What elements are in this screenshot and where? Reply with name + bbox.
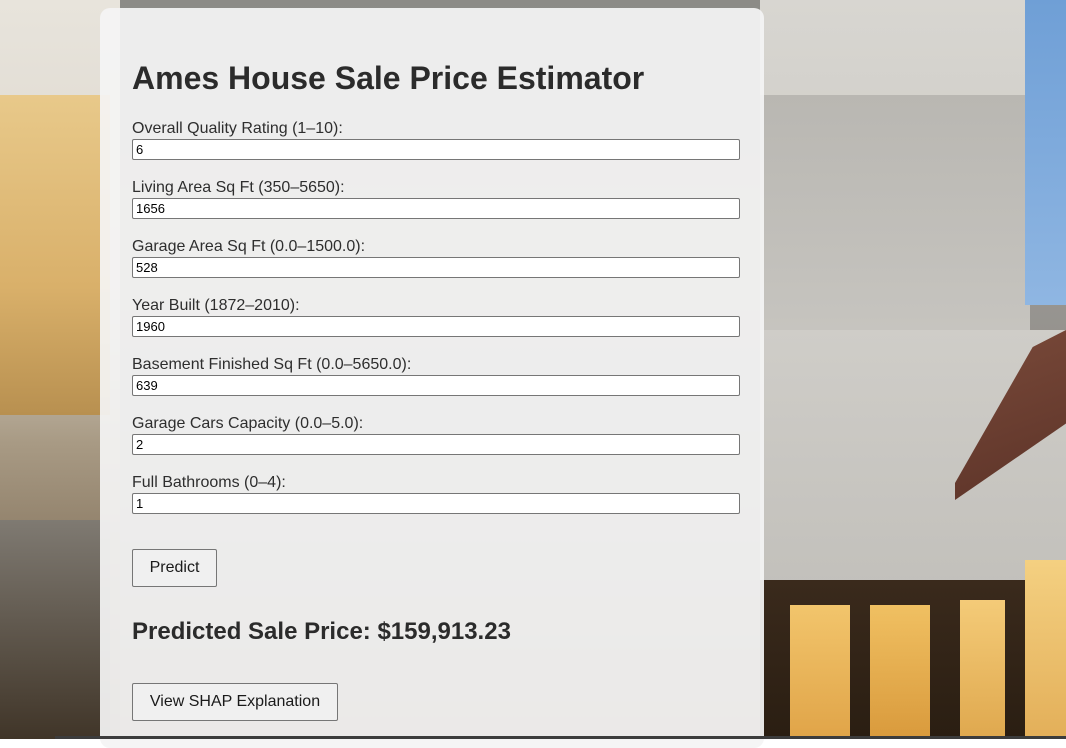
field-overall-quality: Overall Quality Rating (1–10): [132, 119, 740, 160]
overall-quality-label: Overall Quality Rating (1–10): [132, 120, 343, 137]
year-built-label: Year Built (1872–2010): [132, 297, 300, 314]
bg-window-left [0, 95, 110, 415]
predict-button[interactable]: Predict [132, 549, 217, 587]
garage-cars-input[interactable] [132, 434, 740, 455]
living-area-label: Living Area Sq Ft (350–5650): [132, 179, 345, 196]
garage-cars-label: Garage Cars Capacity (0.0–5.0): [132, 415, 364, 432]
field-garage-cars: Garage Cars Capacity (0.0–5.0): [132, 414, 740, 455]
basement-finished-label: Basement Finished Sq Ft (0.0–5650.0): [132, 356, 412, 373]
bg-bottom-left [0, 520, 110, 739]
predicted-price-text: Predicted Sale Price: $159,913.23 [132, 618, 511, 645]
overall-quality-input[interactable] [132, 139, 740, 160]
estimator-panel: Ames House Sale Price Estimator Overall … [100, 8, 764, 748]
bg-overhang-shade [760, 95, 1030, 330]
field-full-bathrooms: Full Bathrooms (0–4): [132, 473, 740, 514]
bg-window-glow [790, 605, 850, 739]
page-title: Ames House Sale Price Estimator [132, 60, 645, 96]
bg-window-glow [960, 600, 1005, 739]
full-bathrooms-input[interactable] [132, 493, 740, 514]
view-shap-explanation-button[interactable]: View SHAP Explanation [132, 683, 338, 721]
basement-finished-input[interactable] [132, 375, 740, 396]
garage-area-label: Garage Area Sq Ft (0.0–1500.0): [132, 238, 366, 255]
field-basement-finished: Basement Finished Sq Ft (0.0–5650.0): [132, 355, 740, 396]
bg-window-glow [870, 605, 930, 739]
bg-window-glow [1025, 560, 1066, 739]
field-year-built: Year Built (1872–2010): [132, 296, 740, 337]
garage-area-input[interactable] [132, 257, 740, 278]
living-area-input[interactable] [132, 198, 740, 219]
bg-lower-wall [760, 330, 1066, 590]
year-built-input[interactable] [132, 316, 740, 337]
full-bathrooms-label: Full Bathrooms (0–4): [132, 474, 286, 491]
bg-sky [1025, 0, 1066, 305]
field-living-area: Living Area Sq Ft (350–5650): [132, 178, 740, 219]
field-garage-area: Garage Area Sq Ft (0.0–1500.0): [132, 237, 740, 278]
